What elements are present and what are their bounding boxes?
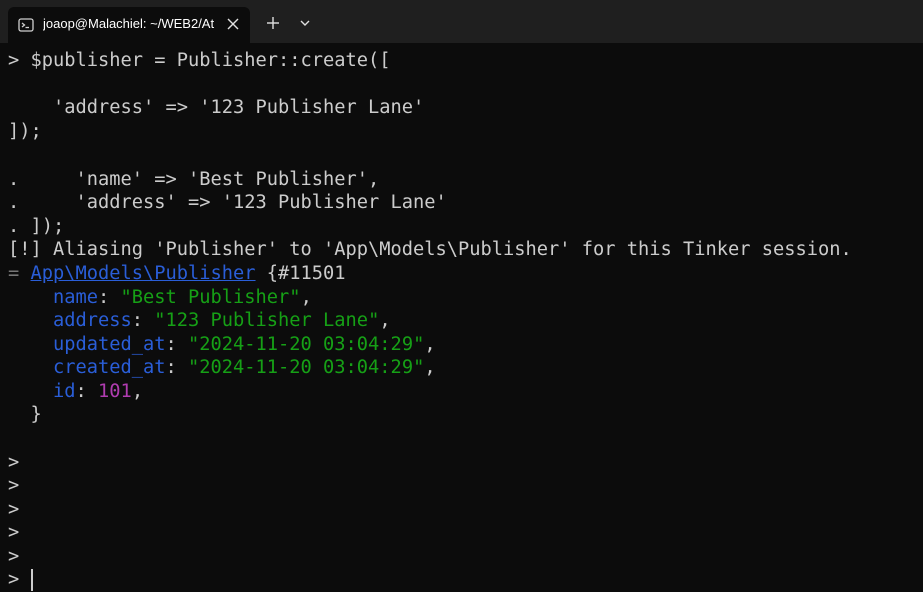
input-line: ]);: [8, 121, 42, 142]
prompt: >: [8, 546, 20, 567]
field-value: "123 Publisher Lane": [154, 310, 380, 331]
field-value: "Best Publisher": [120, 287, 301, 308]
field-key: updated_at: [53, 334, 166, 355]
result-object-id: {#11501: [255, 263, 346, 284]
result-field: name: "Best Publisher",: [53, 287, 312, 308]
alias-message: [!] Aliasing 'Publisher' to 'App\Models\…: [8, 239, 852, 260]
result-prefix: =: [8, 263, 31, 284]
field-key: name: [53, 287, 99, 308]
field-value: "2024-11-20 03:04:29": [188, 334, 425, 355]
text-cursor: [31, 569, 33, 591]
prompt: >: [8, 522, 20, 543]
terminal-output[interactable]: > $publisher = Publisher::create([ 'addr…: [0, 48, 923, 592]
prompt: >: [8, 499, 20, 520]
new-tab-plus-icon[interactable]: [264, 14, 282, 32]
continuation-line: . ]);: [8, 216, 65, 237]
title-bar: joaop@Malachiel: ~/WEB2/At: [0, 0, 923, 43]
field-value: "2024-11-20 03:04:29": [188, 357, 425, 378]
prompt: >: [8, 452, 20, 473]
result-field: id: 101,: [53, 381, 144, 402]
prompt: >: [8, 475, 20, 496]
result-field: updated_at: "2024-11-20 03:04:29",: [53, 334, 436, 355]
terminal-icon: [18, 18, 34, 32]
result-field: address: "123 Publisher Lane",: [53, 310, 391, 331]
active-prompt[interactable]: >: [8, 568, 19, 592]
field-value: 101: [98, 381, 132, 402]
result-field: created_at: "2024-11-20 03:04:29",: [53, 357, 436, 378]
result-close: }: [8, 404, 42, 425]
field-key: created_at: [53, 357, 166, 378]
result-class-link[interactable]: App\Models\Publisher: [31, 263, 256, 284]
continuation-line: . 'name' => 'Best Publisher',: [8, 169, 380, 190]
chevron-down-icon[interactable]: [296, 14, 314, 32]
tab-title: joaop@Malachiel: ~/WEB2/At: [43, 16, 215, 31]
result-header: = App\Models\Publisher {#11501: [8, 262, 346, 286]
field-key: id: [53, 381, 76, 402]
continuation-line: . 'address' => '123 Publisher Lane': [8, 192, 447, 213]
input-line: > $publisher = Publisher::create([: [8, 50, 391, 71]
input-line: 'address' => '123 Publisher Lane': [8, 97, 425, 118]
terminal-tab[interactable]: joaop@Malachiel: ~/WEB2/At: [8, 7, 250, 43]
field-key: address: [53, 310, 132, 331]
close-icon[interactable]: [224, 15, 242, 33]
